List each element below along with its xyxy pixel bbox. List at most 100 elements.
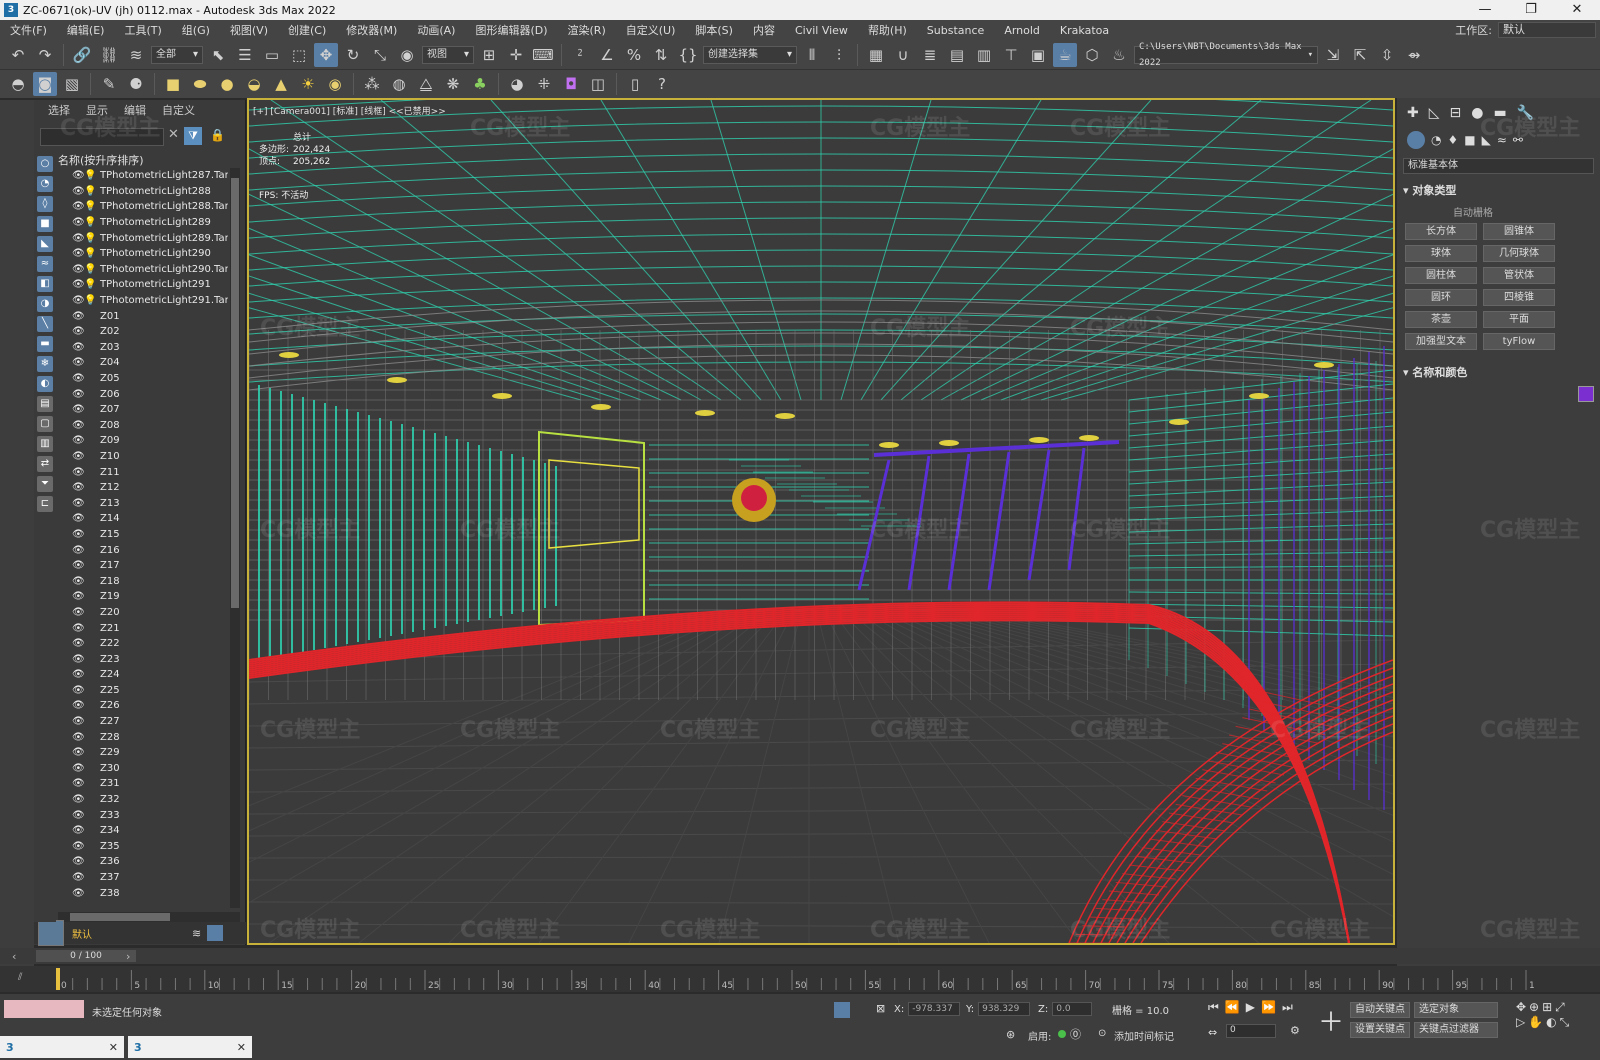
light-bulb-icon[interactable]: 💡 [84, 217, 96, 228]
visibility-eye-icon[interactable]: 👁 [72, 373, 85, 384]
window-crossing-icon[interactable]: ⬚ [287, 43, 311, 67]
visibility-eye-icon[interactable]: 👁 [72, 654, 85, 665]
visibility-eye-icon[interactable]: 👁 [72, 810, 85, 821]
visibility-eye-icon[interactable]: 👁 [72, 623, 85, 634]
rect-selection-icon[interactable]: ▭ [260, 43, 284, 67]
sky-dome-icon[interactable]: ◉ [323, 72, 347, 96]
menu-item-3[interactable]: 组(G) [172, 22, 220, 38]
menu-item-8[interactable]: 图形编辑器(D) [465, 22, 557, 38]
list-item[interactable]: 👁 Z36 [58, 854, 228, 870]
layer-toggle-icon[interactable] [207, 925, 224, 941]
project-folder-icon[interactable]: ⇱ [1348, 43, 1372, 67]
visibility-eye-icon[interactable]: 👁 [72, 872, 85, 883]
list-item[interactable]: 👁 Z02 [58, 324, 228, 340]
visibility-eye-icon[interactable]: 👁 [72, 467, 85, 478]
clear-search-icon[interactable]: ✕ [168, 127, 179, 142]
redo-icon[interactable]: ↷ [33, 43, 57, 67]
list-item[interactable]: 👁 💡 TPhotometricLight290 [58, 246, 228, 262]
auto-key-button[interactable]: 自动关键点 [1350, 1002, 1410, 1018]
create-ellipse-icon[interactable]: ⬬ [188, 72, 212, 96]
explorer-vertical-scrollbar[interactable] [230, 168, 240, 908]
menu-item-9[interactable]: 渲染(R) [558, 22, 616, 38]
sun-light-icon[interactable]: ☀ [296, 72, 320, 96]
select-by-name-icon[interactable]: ☰ [233, 43, 257, 67]
menu-item-13[interactable]: Civil View [785, 24, 858, 37]
visibility-eye-icon[interactable]: 👁 [72, 763, 85, 774]
vegetation-icon[interactable]: ♣ [468, 72, 492, 96]
place-icon[interactable]: ◉ [395, 43, 419, 67]
visibility-eye-icon[interactable]: 👁 [72, 326, 85, 337]
time-slider[interactable]: ‹ 0 / 100 › [0, 948, 1600, 964]
selection-lock-icon[interactable] [834, 1002, 850, 1018]
visibility-eye-icon[interactable]: 👁 [72, 825, 85, 836]
clipper-icon[interactable]: ◍ [387, 72, 411, 96]
asset-icon[interactable]: ▯ [623, 72, 647, 96]
helpers-icon[interactable]: ◣ [1482, 133, 1491, 147]
schematic-view-icon[interactable]: ▤ [945, 43, 969, 67]
menu-item-11[interactable]: 脚本(S) [685, 22, 743, 38]
select-move-icon[interactable]: ✥ [314, 42, 338, 67]
list-item[interactable]: 👁 Z38 [58, 885, 228, 901]
next-key-icon[interactable]: ⏩ [1261, 1000, 1276, 1015]
camera-view-icon[interactable]: ◙ [33, 72, 57, 96]
visibility-eye-icon[interactable]: 👁 [72, 498, 85, 509]
list-item[interactable]: 👁 Z21 [58, 620, 228, 636]
display-groups-icon[interactable]: ◧ [37, 276, 53, 292]
camera-viewport[interactable]: [+] [Camera001] [标准] [线框] <<已禁用>> 总计 多边形… [247, 98, 1395, 945]
primitive-button-11[interactable]: tyFlow [1483, 333, 1555, 350]
list-item[interactable]: 👁 Z35 [58, 839, 228, 855]
visibility-eye-icon[interactable]: 👁 [72, 576, 85, 587]
light-lister-icon[interactable]: ✎ [97, 72, 121, 96]
frame-counter[interactable]: 0 / 100 [36, 950, 136, 962]
select-object-icon[interactable]: ⬉ [206, 43, 230, 67]
shapes-icon[interactable]: ◔ [1431, 133, 1441, 147]
layer-swatch[interactable] [38, 920, 64, 946]
visibility-eye-icon[interactable]: 👁 [72, 638, 85, 649]
undo-icon[interactable]: ↶ [6, 43, 30, 67]
menu-item-0[interactable]: 文件(F) [0, 22, 57, 38]
filter-icon[interactable]: ⧩ [184, 127, 202, 145]
goto-end-icon[interactable]: ⏭ [1282, 1000, 1293, 1015]
next-frame-icon[interactable]: › [126, 950, 130, 963]
menu-item-14[interactable]: 帮助(H) [858, 22, 917, 38]
visibility-eye-icon[interactable]: 👁 [72, 591, 85, 602]
taskbar-close-icon[interactable]: ✕ [109, 1041, 118, 1054]
time-tag-icon[interactable]: ⊙ [1098, 1028, 1106, 1039]
toggle-scene-explorer-icon[interactable]: ◓ [6, 72, 30, 96]
named-selection-dropdown[interactable]: 创建选择集 ▾ [703, 45, 797, 64]
visibility-eye-icon[interactable]: 👁 [72, 529, 85, 540]
list-item[interactable]: 👁 Z08 [58, 418, 228, 434]
project-close-icon[interactable]: ⇴ [1402, 43, 1426, 67]
select-scale-icon[interactable]: ⤡ [368, 43, 392, 67]
set-key-button[interactable]: 设置关键点 [1350, 1022, 1410, 1038]
create-bowl-icon[interactable]: ◒ [242, 72, 266, 96]
visibility-eye-icon[interactable]: 👁 [72, 856, 85, 867]
display-shapes-icon[interactable]: ◔ [37, 176, 53, 192]
render-production-icon[interactable]: ☕ [1053, 42, 1077, 67]
help-icon[interactable]: ? [650, 72, 674, 96]
display-none-icon[interactable]: ▢ [37, 416, 53, 432]
display-tab-icon[interactable]: ▬ [1493, 105, 1506, 121]
display-hidden-icon[interactable]: ◐ [37, 376, 53, 392]
explorer-tab-0[interactable]: 选择 [48, 102, 70, 118]
enable-toggle[interactable] [1058, 1030, 1066, 1038]
list-item[interactable]: 👁 Z12 [58, 480, 228, 496]
key-filters-button[interactable]: 关键点过滤器 [1414, 1022, 1498, 1038]
visibility-eye-icon[interactable]: 👁 [72, 420, 85, 431]
isolate-icon[interactable]: ⚈ [124, 72, 148, 96]
bind-spacewarp-icon[interactable]: ≋ [124, 43, 148, 67]
list-item[interactable]: 👁 Z25 [58, 683, 228, 699]
current-frame-spinner[interactable]: 0 [1226, 1024, 1276, 1038]
list-item[interactable]: 👁 Z28 [58, 729, 228, 745]
display-lights-icon[interactable]: ◊ [37, 196, 53, 212]
z-coord-field[interactable]: 0.0 [1052, 1002, 1093, 1016]
minimize-button[interactable]: — [1462, 0, 1508, 20]
explorer-tab-2[interactable]: 编辑 [124, 102, 146, 118]
list-item[interactable]: 👁 💡 TPhotometricLight288 [58, 184, 228, 200]
visibility-eye-icon[interactable]: 👁 [72, 451, 85, 462]
current-frame-marker[interactable] [56, 968, 60, 990]
light-bulb-icon[interactable]: 💡 [84, 201, 96, 212]
funnel-icon[interactable]: ⏷ [37, 476, 53, 492]
primitive-button-10[interactable]: 加强型文本 [1405, 333, 1477, 350]
list-item[interactable]: 👁 Z06 [58, 386, 228, 402]
